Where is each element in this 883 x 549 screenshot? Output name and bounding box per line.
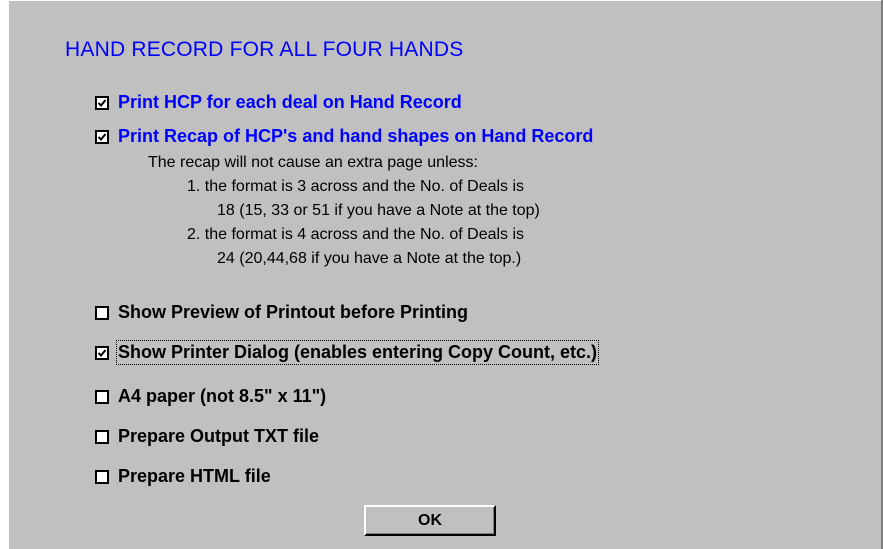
checkbox-show-preview[interactable]: [95, 305, 109, 320]
checkbox-print-recap[interactable]: [95, 129, 109, 144]
option-label: Prepare Output TXT file: [118, 426, 320, 446]
checkbox-print-hcp[interactable]: [95, 95, 109, 110]
checkmark-icon: [97, 348, 107, 357]
recap-note-line: 24 (20,44,68 if you have a Note at the t…: [217, 250, 522, 267]
checkbox-a4-paper[interactable]: [95, 389, 109, 404]
recap-note-line: 1. the format is 3 across and the No. of…: [187, 178, 525, 195]
option-print-recap[interactable]: Print Recap of HCP's and hand shapes on …: [95, 126, 593, 147]
option-print-hcp[interactable]: Print HCP for each deal on Hand Record: [95, 92, 462, 113]
option-label: Show Preview of Printout before Printing: [118, 302, 469, 322]
checkbox-show-printer-dialog[interactable]: [95, 345, 109, 360]
option-prepare-html[interactable]: Prepare HTML file: [95, 466, 271, 487]
checkbox-prepare-txt[interactable]: [95, 429, 109, 444]
option-prepare-txt[interactable]: Prepare Output TXT file: [95, 426, 319, 447]
option-show-preview[interactable]: Show Preview of Printout before Printing: [95, 302, 468, 323]
recap-note-line: The recap will not cause an extra page u…: [148, 154, 478, 171]
checkmark-icon: [97, 98, 107, 107]
recap-note-line: 18 (15, 33 or 51 if you have a Note at t…: [217, 202, 540, 219]
option-label: Prepare HTML file: [118, 466, 271, 486]
checkbox-prepare-html[interactable]: [95, 469, 109, 484]
option-label: Show Printer Dialog (enables entering Co…: [115, 340, 600, 365]
option-show-printer-dialog[interactable]: Show Printer Dialog (enables entering Co…: [95, 340, 600, 365]
ok-button[interactable]: OK: [364, 505, 496, 536]
recap-note-line: 2. the format is 4 across and the No. of…: [187, 226, 525, 243]
option-a4-paper[interactable]: A4 paper (not 8.5" x 11"): [95, 386, 326, 407]
checkmark-icon: [97, 132, 107, 141]
option-label: Print HCP for each deal on Hand Record: [118, 92, 462, 112]
option-label: A4 paper (not 8.5" x 11"): [118, 386, 327, 406]
option-label: Print Recap of HCP's and hand shapes on …: [118, 126, 594, 146]
dialog-title: HAND RECORD FOR ALL FOUR HANDS: [65, 38, 464, 61]
